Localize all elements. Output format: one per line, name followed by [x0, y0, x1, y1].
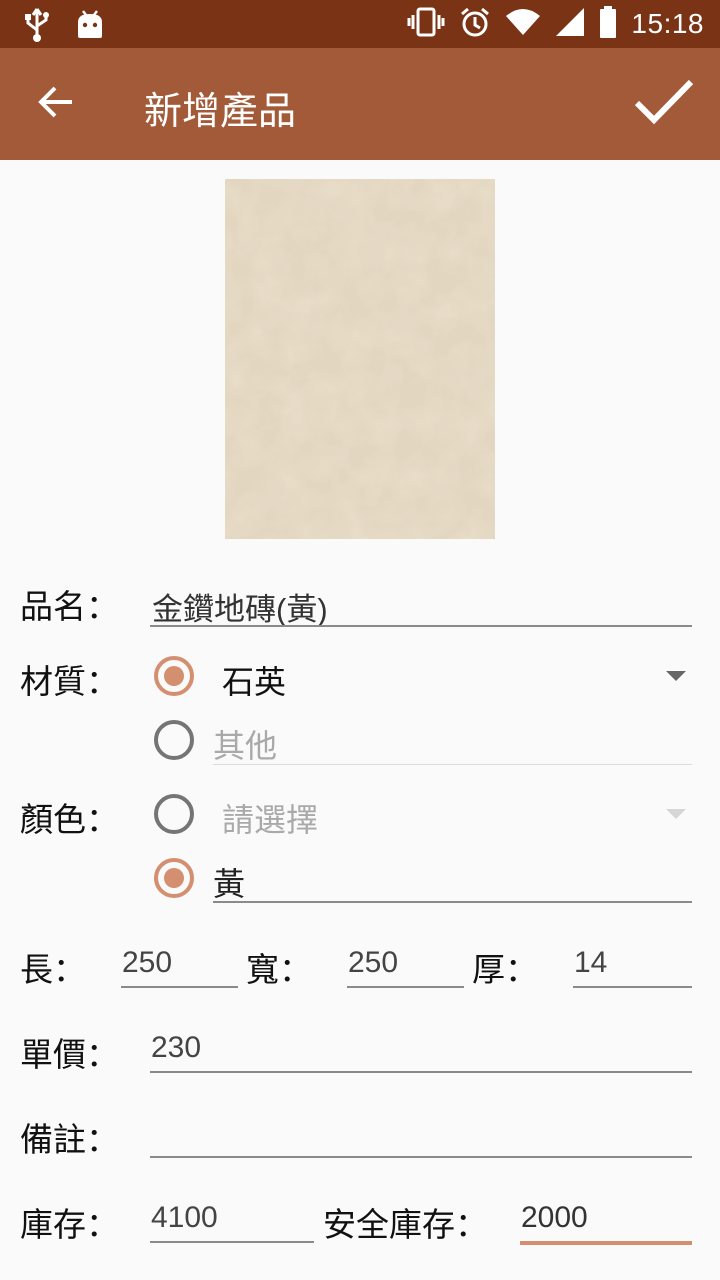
- material-spinner-radio[interactable]: [154, 656, 194, 696]
- stock-input[interactable]: 4100: [151, 1201, 218, 1235]
- color-spinner-radio[interactable]: [154, 794, 194, 834]
- width-label: 寬：: [246, 950, 312, 989]
- width-underline: [347, 986, 464, 988]
- alarm-icon: [459, 6, 491, 42]
- safety-stock-input[interactable]: 2000: [521, 1201, 588, 1235]
- length-label: 長：: [20, 950, 86, 989]
- arrow-back-icon: [38, 85, 74, 123]
- length-input[interactable]: 250: [122, 946, 172, 980]
- signal-icon: [555, 7, 585, 41]
- material-other-radio[interactable]: [154, 720, 194, 760]
- check-icon: [634, 78, 694, 130]
- name-underline: [150, 625, 692, 627]
- status-bar-left: [22, 8, 104, 46]
- page-title: 新增產品: [144, 89, 297, 133]
- price-label: 單價：: [20, 1035, 119, 1074]
- color-spinner[interactable]: 請選擇: [222, 795, 318, 841]
- material-other-input[interactable]: 其他: [213, 721, 277, 767]
- width-input[interactable]: 250: [348, 946, 398, 980]
- note-underline: [150, 1156, 692, 1158]
- stock-label: 庫存：: [20, 1205, 119, 1244]
- status-bar: 15:18: [0, 0, 720, 48]
- material-other-underline: [213, 764, 692, 765]
- wifi-icon: [505, 8, 541, 40]
- usb-icon: [22, 8, 52, 46]
- price-input[interactable]: 230: [151, 1031, 201, 1065]
- status-bar-right: 15:18: [407, 6, 704, 42]
- name-input[interactable]: 金鑽地磚(黃): [152, 584, 328, 629]
- material-label: 材質：: [20, 662, 119, 701]
- thickness-label: 厚：: [472, 950, 538, 989]
- safety-stock-underline: [520, 1241, 692, 1245]
- length-underline: [121, 986, 238, 988]
- thickness-underline: [573, 986, 692, 988]
- material-spinner[interactable]: 石英: [222, 657, 286, 703]
- back-button[interactable]: [26, 78, 86, 130]
- price-underline: [150, 1071, 692, 1073]
- status-time: 15:18: [631, 8, 704, 39]
- note-input[interactable]: [151, 1116, 691, 1152]
- vibrate-icon: [407, 7, 445, 41]
- color-custom-input[interactable]: 黃: [213, 859, 245, 905]
- confirm-button[interactable]: [630, 74, 698, 134]
- battery-icon: [599, 6, 617, 42]
- stock-underline: [150, 1241, 314, 1243]
- color-custom-underline: [213, 901, 692, 903]
- product-image[interactable]: [225, 179, 495, 539]
- color-custom-radio[interactable]: [154, 858, 194, 898]
- material-dropdown-icon[interactable]: [666, 671, 686, 681]
- app-bar: 新增產品: [0, 48, 720, 160]
- name-label: 品名：: [20, 587, 119, 626]
- note-label: 備註：: [20, 1120, 119, 1159]
- safety-stock-label: 安全庫存：: [323, 1205, 488, 1244]
- android-icon: [76, 10, 104, 44]
- thickness-input[interactable]: 14: [574, 946, 607, 980]
- color-dropdown-icon[interactable]: [666, 809, 686, 819]
- color-label: 顏色：: [20, 800, 119, 839]
